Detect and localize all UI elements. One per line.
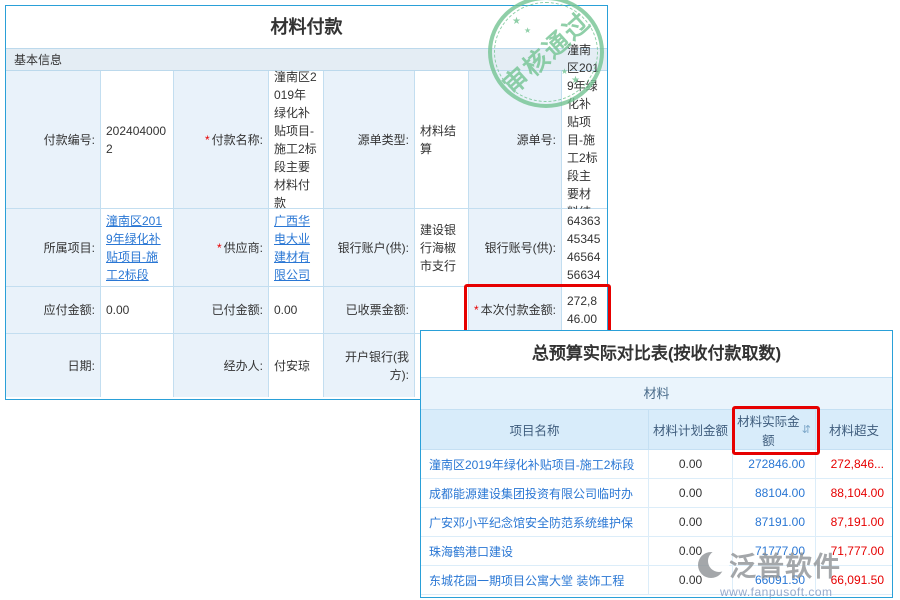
comparison-title: 总预算实际对比表(按收付款取数) [421,331,892,377]
source-no-label: 源单号: [469,71,562,209]
invoiced-value [415,287,469,334]
page-title: 材料付款 [6,6,607,48]
bank-no-label: 银行账号(供): [469,209,562,287]
project-link[interactable]: 潼南区2019年绿化补贴项目-施工2标段 [106,212,168,284]
plan-amount-cell: 0.00 [649,566,733,595]
paid-value: 0.00 [269,287,324,334]
project-name-link[interactable]: 东城花园一期项目公寓大堂 装饰工程 [421,566,649,595]
date-label: 日期: [6,334,101,397]
paid-label: 已付金额: [174,287,269,334]
col-header-material-overrun: 材料超支 [816,410,892,450]
col-header-project-name: 项目名称 [421,410,649,450]
supplier-link[interactable]: 广西华电大业建材有限公司 [274,212,318,284]
overrun-cell: 88,104.00 [816,479,892,508]
source-type-label: 源单类型: [324,71,415,209]
date-value [101,334,174,397]
current-payment-value: 272,846.00 [562,287,607,334]
comparison-table: 项目名称 材料计划金额 材料实际金额⇵ 材料超支 潼南区2019年绿化补贴项目-… [421,410,892,595]
bank-account-value: 建设银行海椒市支行 [415,209,469,287]
overrun-cell: 87,191.00 [816,508,892,537]
overrun-cell: 71,777.00 [816,537,892,566]
col-header-material-plan-amount: 材料计划金额 [649,410,733,450]
payment-name-value: 潼南区2019年绿化补贴项目-施工2标段主要材料付款 [269,71,324,209]
bank-no-value: 64363453454656456634 [562,209,607,287]
required-mark: * [217,239,222,257]
overrun-cell: 66,091.50 [816,566,892,595]
actual-amount-link[interactable]: 272846.00 [733,450,816,479]
required-mark: * [474,301,479,319]
required-mark: * [205,131,210,149]
budget-comparison-panel: 总预算实际对比表(按收付款取数) 材料 项目名称 材料计划金额 材料实际金额⇵ … [420,330,893,598]
project-value: 潼南区2019年绿化补贴项目-施工2标段 [101,209,174,287]
project-name-link[interactable]: 成都能源建设集团投资有限公司临时办 [421,479,649,508]
bank-account-label: 银行账户(供): [324,209,415,287]
operator-label: 经办人: [174,334,269,397]
operator-value: 付安琼 [269,334,324,397]
actual-amount-link[interactable]: 88104.00 [733,479,816,508]
payment-no-value: 2024040002 [101,71,174,209]
source-type-value: 材料结算 [415,71,469,209]
actual-amount-link[interactable]: 87191.00 [733,508,816,537]
current-payment-label: *本次付款金额: [469,287,562,334]
plan-amount-cell: 0.00 [649,450,733,479]
actual-amount-link[interactable]: 71777.00 [733,537,816,566]
project-name-link[interactable]: 珠海鹤港口建设 [421,537,649,566]
sort-descending-icon[interactable]: ⇵ [802,423,811,436]
payment-name-label: *付款名称: [174,71,269,209]
supplier-label: *供应商: [174,209,269,287]
payable-label: 应付金额: [6,287,101,334]
overrun-cell: 272,846... [816,450,892,479]
plan-amount-cell: 0.00 [649,479,733,508]
our-bank-label: 开户银行(我方): [324,334,415,397]
payment-no-label: 付款编号: [6,71,101,209]
payable-value: 0.00 [101,287,174,334]
plan-amount-cell: 0.00 [649,508,733,537]
source-no-value: 潼南区2019年绿化补贴项目-施工2标段主要材料结算 [562,71,607,209]
material-group-header: 材料 [421,377,892,410]
project-name-link[interactable]: 广安邓小平纪念馆安全防范系统维护保 [421,508,649,537]
actual-amount-link[interactable]: 66091.50 [733,566,816,595]
col-header-material-actual-amount[interactable]: 材料实际金额⇵ [733,410,816,450]
plan-amount-cell: 0.00 [649,537,733,566]
supplier-value: 广西华电大业建材有限公司 [269,209,324,287]
project-label: 所属项目: [6,209,101,287]
invoiced-label: 已收票金额: [324,287,415,334]
project-name-link[interactable]: 潼南区2019年绿化补贴项目-施工2标段 [421,450,649,479]
